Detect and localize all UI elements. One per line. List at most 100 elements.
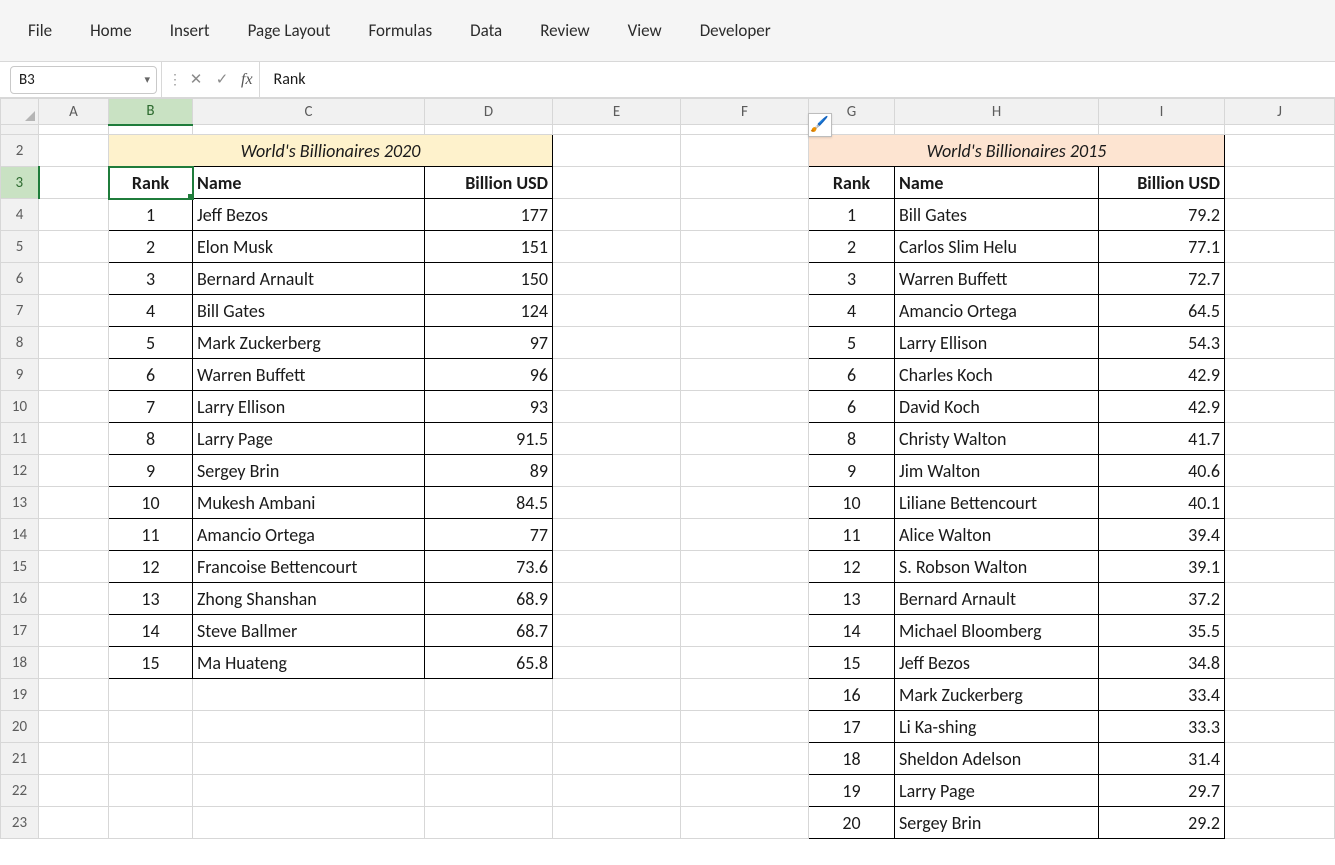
cell-B13[interactable]: 10 bbox=[109, 487, 193, 519]
cell-C8[interactable]: Mark Zuckerberg bbox=[193, 327, 425, 359]
cell[interactable] bbox=[553, 359, 681, 391]
cell[interactable] bbox=[1225, 487, 1335, 519]
cell[interactable] bbox=[39, 391, 109, 423]
cell[interactable] bbox=[553, 551, 681, 583]
row-header-7[interactable]: 7 bbox=[1, 295, 39, 327]
cell-I8[interactable]: 54.3 bbox=[1099, 327, 1225, 359]
cell[interactable] bbox=[553, 743, 681, 775]
cell-G10[interactable]: 6 bbox=[809, 391, 895, 423]
cell[interactable] bbox=[39, 135, 109, 167]
cell[interactable] bbox=[553, 263, 681, 295]
cell-B16[interactable]: 13 bbox=[109, 583, 193, 615]
cell[interactable] bbox=[681, 125, 809, 135]
cell[interactable] bbox=[39, 231, 109, 263]
cell[interactable] bbox=[109, 125, 193, 135]
cell-G6[interactable]: 3 bbox=[809, 263, 895, 295]
cell-I3[interactable]: Billion USD bbox=[1099, 167, 1225, 199]
cell[interactable] bbox=[39, 359, 109, 391]
cell-D16[interactable]: 68.9 bbox=[425, 583, 553, 615]
col-header-D[interactable]: D bbox=[425, 99, 553, 125]
cell[interactable] bbox=[681, 167, 809, 199]
cell[interactable] bbox=[681, 135, 809, 167]
row-header-18[interactable]: 18 bbox=[1, 647, 39, 679]
cell-B10[interactable]: 7 bbox=[109, 391, 193, 423]
row-header-20[interactable]: 20 bbox=[1, 711, 39, 743]
cell-D5[interactable]: 151 bbox=[425, 231, 553, 263]
row-header-4[interactable]: 4 bbox=[1, 199, 39, 231]
cell[interactable] bbox=[553, 167, 681, 199]
cell[interactable] bbox=[39, 167, 109, 199]
cell[interactable] bbox=[39, 679, 109, 711]
cell-B9[interactable]: 6 bbox=[109, 359, 193, 391]
cell[interactable] bbox=[553, 391, 681, 423]
col-header-F[interactable]: F bbox=[681, 99, 809, 125]
cell-D13[interactable]: 84.5 bbox=[425, 487, 553, 519]
cell-G8[interactable]: 5 bbox=[809, 327, 895, 359]
ribbon-tab-view[interactable]: View bbox=[628, 20, 662, 41]
cell[interactable] bbox=[553, 487, 681, 519]
cell[interactable] bbox=[681, 807, 809, 839]
cell-G16[interactable]: 13 bbox=[809, 583, 895, 615]
row-header-1[interactable] bbox=[1, 125, 39, 135]
cell-G4[interactable]: 1 bbox=[809, 199, 895, 231]
cell-C11[interactable]: Larry Page bbox=[193, 423, 425, 455]
cell-H15[interactable]: S. Robson Walton bbox=[895, 551, 1099, 583]
insert-function-icon[interactable]: fx bbox=[235, 71, 259, 89]
cell[interactable] bbox=[1225, 615, 1335, 647]
cell-D3[interactable]: Billion USD bbox=[425, 167, 553, 199]
cell-C15[interactable]: Francoise Bettencourt bbox=[193, 551, 425, 583]
cell-G17[interactable]: 14 bbox=[809, 615, 895, 647]
row-header-23[interactable]: 23 bbox=[1, 807, 39, 839]
cell[interactable] bbox=[895, 125, 1099, 135]
col-header-B[interactable]: B bbox=[109, 99, 193, 125]
cell[interactable] bbox=[1225, 359, 1335, 391]
cell-C5[interactable]: Elon Musk bbox=[193, 231, 425, 263]
cell[interactable] bbox=[553, 583, 681, 615]
cell-D12[interactable]: 89 bbox=[425, 455, 553, 487]
cell-I12[interactable]: 40.6 bbox=[1099, 455, 1225, 487]
cell-D17[interactable]: 68.7 bbox=[425, 615, 553, 647]
cell[interactable] bbox=[681, 551, 809, 583]
formula-bar-input[interactable]: Rank bbox=[260, 62, 1335, 97]
row-header-2[interactable]: 2 bbox=[1, 135, 39, 167]
cell[interactable] bbox=[1225, 807, 1335, 839]
cell-D9[interactable]: 96 bbox=[425, 359, 553, 391]
cell-C3[interactable]: Name bbox=[193, 167, 425, 199]
cell[interactable] bbox=[681, 583, 809, 615]
ribbon-tab-file[interactable]: File bbox=[28, 20, 52, 41]
cell-H17[interactable]: Michael Bloomberg bbox=[895, 615, 1099, 647]
cell[interactable] bbox=[681, 647, 809, 679]
cell[interactable] bbox=[1225, 263, 1335, 295]
cell[interactable] bbox=[553, 519, 681, 551]
cell-I10[interactable]: 42.9 bbox=[1099, 391, 1225, 423]
row-header-3[interactable]: 3 bbox=[1, 167, 39, 199]
cell-B4[interactable]: 1 bbox=[109, 199, 193, 231]
cell-I6[interactable]: 72.7 bbox=[1099, 263, 1225, 295]
col-header-E[interactable]: E bbox=[553, 99, 681, 125]
cell[interactable] bbox=[193, 775, 425, 807]
cell-B17[interactable]: 14 bbox=[109, 615, 193, 647]
cell[interactable] bbox=[425, 807, 553, 839]
cell[interactable] bbox=[553, 711, 681, 743]
col-header-H[interactable]: H bbox=[895, 99, 1099, 125]
cell[interactable] bbox=[39, 199, 109, 231]
cell[interactable] bbox=[425, 125, 553, 135]
col-header-I[interactable]: I bbox=[1099, 99, 1225, 125]
cell[interactable] bbox=[681, 295, 809, 327]
cell-H22[interactable]: Larry Page bbox=[895, 775, 1099, 807]
cell-B2[interactable]: World's Billionaires 2020 bbox=[109, 135, 553, 167]
cell-B7[interactable]: 4 bbox=[109, 295, 193, 327]
cell-G7[interactable]: 4 bbox=[809, 295, 895, 327]
cell-G13[interactable]: 10 bbox=[809, 487, 895, 519]
cell[interactable] bbox=[1099, 125, 1225, 135]
ribbon-tab-formulas[interactable]: Formulas bbox=[368, 20, 432, 41]
cell-G23[interactable]: 20 bbox=[809, 807, 895, 839]
cell[interactable] bbox=[1225, 391, 1335, 423]
cell[interactable] bbox=[681, 231, 809, 263]
cell-H4[interactable]: Bill Gates bbox=[895, 199, 1099, 231]
cell-I22[interactable]: 29.7 bbox=[1099, 775, 1225, 807]
cell-H21[interactable]: Sheldon Adelson bbox=[895, 743, 1099, 775]
cell-G2[interactable]: World's Billionaires 2015 bbox=[809, 135, 1225, 167]
cell-H19[interactable]: Mark Zuckerberg bbox=[895, 679, 1099, 711]
row-header-17[interactable]: 17 bbox=[1, 615, 39, 647]
